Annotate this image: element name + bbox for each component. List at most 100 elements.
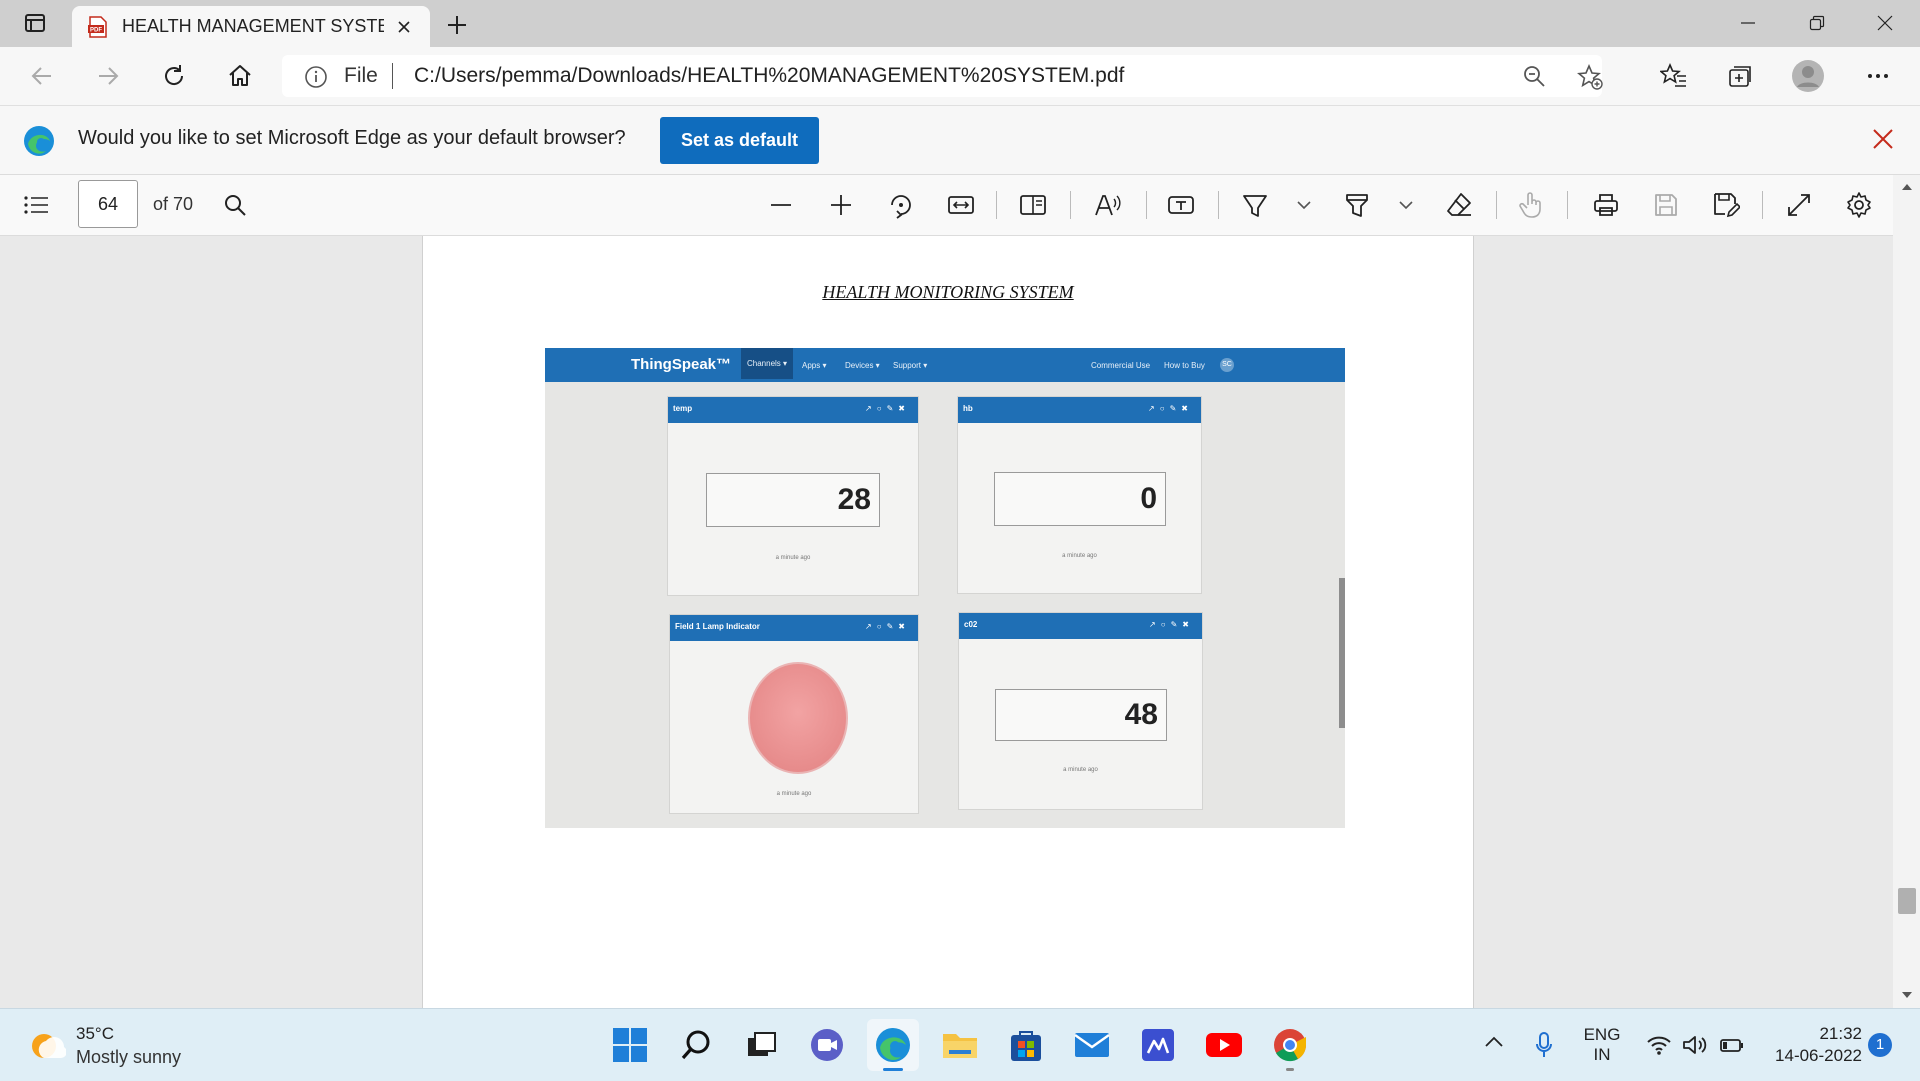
find-button[interactable] bbox=[214, 184, 256, 226]
minimize-icon bbox=[1741, 22, 1755, 24]
zoom-in-button[interactable] bbox=[820, 184, 862, 226]
tab-actions-button[interactable] bbox=[10, 6, 60, 40]
photo-scrollbar bbox=[1339, 578, 1345, 728]
erase-button[interactable] bbox=[1438, 184, 1480, 226]
rotate-button[interactable] bbox=[880, 184, 922, 226]
clock[interactable]: 21:32 14-06-2022 bbox=[1758, 1023, 1862, 1067]
mail-button[interactable] bbox=[1066, 1019, 1118, 1071]
restore-button[interactable] bbox=[1782, 0, 1852, 46]
fullscreen-button[interactable] bbox=[1778, 184, 1820, 226]
set-as-default-button[interactable]: Set as default bbox=[660, 117, 819, 164]
refresh-button[interactable] bbox=[152, 55, 196, 97]
nav-devices: Devices ▾ bbox=[845, 361, 880, 370]
widget-title: temp bbox=[673, 404, 693, 413]
vertical-scrollbar[interactable] bbox=[1893, 175, 1920, 1008]
svg-text:PDF: PDF bbox=[90, 27, 102, 33]
scroll-up-icon[interactable] bbox=[1901, 183, 1913, 191]
draw-icon bbox=[1243, 195, 1267, 217]
zoom-out-button[interactable] bbox=[760, 184, 802, 226]
language-code: ENG bbox=[1583, 1025, 1621, 1044]
youtube-button[interactable] bbox=[1198, 1019, 1250, 1071]
scrollbar-thumb[interactable] bbox=[1898, 888, 1916, 914]
weather-temperature: 35°C bbox=[76, 1024, 114, 1043]
wifi-icon bbox=[1647, 1036, 1671, 1055]
network-volume-battery[interactable] bbox=[1646, 1034, 1745, 1061]
page-number-input[interactable]: 64 bbox=[78, 180, 138, 228]
toolbar-divider bbox=[1567, 191, 1568, 219]
teams-chat-button[interactable] bbox=[801, 1019, 853, 1071]
new-tab-button[interactable] bbox=[440, 10, 474, 40]
search-icon bbox=[225, 195, 246, 216]
draw-options-button[interactable] bbox=[1286, 184, 1322, 226]
language-indicator[interactable]: ENG IN bbox=[1582, 1025, 1622, 1065]
nav-commercial-use: Commercial Use bbox=[1091, 361, 1151, 370]
highlight-options-button[interactable] bbox=[1388, 184, 1424, 226]
edge-taskbar-button[interactable] bbox=[867, 1019, 919, 1071]
user-avatar: SC bbox=[1220, 358, 1234, 372]
fit-width-button[interactable] bbox=[940, 184, 982, 226]
minimize-button[interactable] bbox=[1713, 0, 1783, 46]
widget-title: Field 1 Lamp Indicator bbox=[675, 622, 760, 631]
add-favorite-button[interactable] bbox=[1576, 63, 1604, 91]
widget-lamp-indicator: Field 1 Lamp Indicator ↗○✎✖ a minute ago bbox=[669, 614, 919, 814]
settings-more-button[interactable] bbox=[1856, 55, 1900, 97]
show-hidden-icons-button[interactable] bbox=[1484, 1035, 1504, 1049]
notification-badge[interactable]: 1 bbox=[1868, 1033, 1892, 1057]
favorites-icon bbox=[1660, 62, 1686, 87]
draw-button[interactable] bbox=[1234, 184, 1276, 226]
more-icon bbox=[1868, 74, 1888, 78]
address-bar[interactable]: File C:/Users/pemma/Downloads/HEALTH%20M… bbox=[282, 55, 1604, 97]
address-url[interactable]: C:/Users/pemma/Downloads/HEALTH%20MANAGE… bbox=[414, 64, 1124, 88]
back-button[interactable] bbox=[20, 55, 64, 97]
home-button[interactable] bbox=[218, 55, 262, 97]
contents-button[interactable] bbox=[15, 184, 57, 226]
save-button[interactable] bbox=[1645, 184, 1687, 226]
chevron-down-icon bbox=[1399, 201, 1413, 210]
lamp-indicator bbox=[748, 662, 848, 774]
chrome-button[interactable] bbox=[1264, 1019, 1316, 1071]
widget-header: c02 ↗○✎✖ bbox=[959, 613, 1202, 639]
task-view-icon bbox=[748, 1032, 776, 1056]
highlight-button[interactable] bbox=[1336, 184, 1378, 226]
task-view-button[interactable] bbox=[735, 1019, 787, 1071]
forward-button[interactable] bbox=[86, 55, 130, 97]
start-button[interactable] bbox=[604, 1019, 656, 1071]
read-aloud-button[interactable] bbox=[1087, 184, 1129, 226]
whiteboard-button[interactable] bbox=[1132, 1019, 1184, 1071]
weather-widget[interactable]: 35°C Mostly sunny bbox=[0, 1009, 220, 1081]
chrome-icon bbox=[1274, 1029, 1307, 1062]
zoom-out-button[interactable] bbox=[1522, 64, 1546, 88]
info-icon[interactable] bbox=[304, 65, 328, 89]
touch-write-button[interactable] bbox=[1510, 184, 1552, 226]
nav-channels: Channels ▾ bbox=[741, 348, 794, 379]
close-window-button[interactable] bbox=[1850, 0, 1920, 46]
active-tab[interactable]: PDF HEALTH MANAGEMENT SYSTEM bbox=[72, 6, 430, 47]
infobar-message: Would you like to set Microsoft Edge as … bbox=[78, 127, 626, 149]
document-viewport[interactable]: HEALTH MONITORING SYSTEM ThingSpeak™ Cha… bbox=[0, 236, 1920, 1008]
collections-button[interactable] bbox=[1718, 55, 1762, 97]
add-text-button[interactable] bbox=[1160, 184, 1202, 226]
scroll-down-icon[interactable] bbox=[1901, 991, 1913, 999]
widget-header: Field 1 Lamp Indicator ↗○✎✖ bbox=[670, 615, 918, 641]
file-explorer-button[interactable] bbox=[934, 1019, 986, 1071]
search-button[interactable] bbox=[670, 1019, 722, 1071]
expand-icon bbox=[1788, 194, 1810, 216]
pdf-toolbar: 64 of 70 bbox=[0, 175, 1920, 236]
taskbar: 35°C Mostly sunny ENG IN 21:32 14-06-202… bbox=[0, 1008, 1920, 1081]
gear-icon bbox=[1847, 192, 1871, 218]
page-view-icon bbox=[1020, 195, 1046, 215]
rotate-icon bbox=[891, 195, 911, 219]
favorites-button[interactable] bbox=[1652, 55, 1696, 97]
store-button[interactable] bbox=[1000, 1019, 1052, 1071]
page-view-button[interactable] bbox=[1012, 184, 1054, 226]
microphone-button[interactable] bbox=[1534, 1031, 1554, 1059]
pdf-settings-button[interactable] bbox=[1838, 184, 1880, 226]
save-as-button[interactable] bbox=[1705, 184, 1747, 226]
close-infobar-button[interactable] bbox=[1872, 128, 1894, 150]
pdf-file-icon: PDF bbox=[88, 15, 107, 38]
address-scheme-label: File bbox=[344, 64, 378, 87]
close-tab-button[interactable] bbox=[392, 15, 416, 39]
profile-button[interactable] bbox=[1786, 55, 1830, 97]
print-button[interactable] bbox=[1585, 184, 1627, 226]
search-icon bbox=[681, 1030, 710, 1060]
